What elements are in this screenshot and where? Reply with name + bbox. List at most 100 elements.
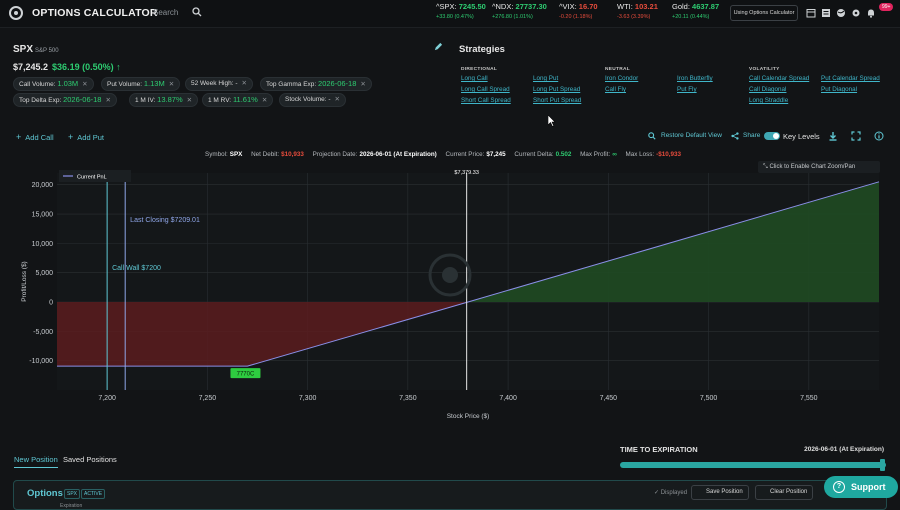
search-icon[interactable] [648,132,656,140]
pill-stock-volume[interactable]: Stock Volume: - ✕ [279,93,346,107]
strategy-call-calendar-spread[interactable]: Call Calendar Spread [749,75,809,82]
key-levels-toggle[interactable] [764,132,780,140]
pill-1m-iv[interactable]: 1 M IV: 13.87% ✕ [129,93,199,107]
ticker-vix: ^VIX: 16.70 -0.20 (1.18%) [559,2,598,20]
y-tick-label: 15,000 [32,212,54,219]
strategy-long-put[interactable]: Long Put [533,75,558,82]
strategy-long-call[interactable]: Long Call [461,75,488,82]
tab-saved-positions[interactable]: Saved Positions [63,455,117,464]
list-icon[interactable] [821,8,831,18]
expiration-date-label: 2026-06-01 (At Expiration) [804,446,884,453]
options-title: Options [27,488,63,499]
time-to-expiration-label: TIME TO EXPIRATION [620,445,698,454]
strategy-call-fly[interactable]: Call Fly [605,86,626,93]
strategy-long-put-spread[interactable]: Long Put Spread [533,86,580,93]
close-icon: ✕ [261,97,268,104]
app-title: OPTIONS CALCULATOR [32,7,158,19]
y-tick-label: 5,000 [35,270,53,277]
search-icon[interactable] [192,7,202,17]
category-volatility: VOLATILITY [749,67,780,72]
status-badge: ACTIVE [81,489,106,499]
top-bar: OPTIONS CALCULATOR Search ^SPX: 7245.50 +… [0,0,900,28]
add-put-button[interactable]: + Add Put [68,132,104,142]
watermark-logo-inner [442,267,458,283]
plus-icon: + [68,132,74,142]
search-input[interactable]: Search [153,8,178,17]
x-tick-label: 7,350 [399,395,417,402]
pill-top-gamma-exp[interactable]: Top Gamma Exp: 2026-06-18 ✕ [260,77,372,91]
support-button[interactable]: ? Support [824,476,898,498]
fullscreen-icon[interactable] [851,131,861,141]
logo-icon[interactable] [9,6,23,20]
close-icon: ✕ [334,96,340,103]
plus-icon: + [16,132,22,142]
strategy-long-straddle[interactable]: Long Straddle [749,97,788,104]
x-axis-label: Stock Price ($) [447,413,490,420]
strategy-call-diagonal[interactable]: Call Diagonal [749,86,786,93]
close-icon: ✕ [168,81,175,88]
y-axis-label: Profit/Loss ($) [21,261,28,301]
close-icon: ✕ [360,81,366,88]
category-directional: DIRECTIONAL [461,67,498,72]
pencil-icon[interactable] [434,42,443,51]
strategy-put-fly[interactable]: Put Fly [677,86,697,93]
add-call-button[interactable]: + Add Call [16,132,54,142]
ticker-ndx: ^NDX: 27737.30 +276.80 (1.01%) [492,2,547,20]
close-icon: ✕ [241,80,247,87]
key-levels-label: Key Levels [783,132,820,141]
tab-new-position[interactable]: New Position [14,455,58,468]
symbol-badge: SPX [64,489,81,499]
expiration-column-header: Expiration [60,503,83,509]
strategy-iron-condor[interactable]: Iron Condor [605,75,638,82]
using-options-calculator-button[interactable]: Using Options Calculator [730,5,798,21]
breakeven-label: $7,379.33 [454,170,478,176]
y-tick-label: 20,000 [32,182,54,189]
restore-default-view-button[interactable]: Restore Default View [661,132,722,139]
ticker-wti: WTI: 103.21 -3.63 (3.39%) [617,2,658,20]
y-tick-label: 0 [49,300,53,307]
pill-52-week-high[interactable]: 52 Week High: - ✕ [185,77,253,91]
symbol-title: SPX S&P 500 [13,44,59,55]
category-neutral: NEUTRAL [605,67,631,72]
strategies-title: Strategies [459,44,505,55]
ticker-spx: ^SPX: 7245.50 +33.80 (0.47%) [436,2,486,20]
strategy-put-calendar-spread[interactable]: Put Calendar Spread [821,75,880,82]
pill-call-volume[interactable]: Call Volume: 1.03M ✕ [13,77,94,91]
download-icon[interactable] [828,131,838,141]
bell-icon[interactable] [866,8,876,18]
close-icon: ✕ [186,97,193,104]
settings-icon[interactable] [851,8,861,18]
position-summary: Symbol: SPX Net Debit: $10,933 Projection … [205,151,682,158]
strategy-long-call-spread[interactable]: Long Call Spread [461,86,510,93]
strike-marker-label: 7770C [237,372,255,378]
strategy-short-call-spread[interactable]: Short Call Spread [461,97,511,104]
save-position-button[interactable]: Save Position [691,485,749,500]
clear-position-button[interactable]: Clear Position [755,485,814,500]
x-tick-label: 7,250 [199,395,217,402]
question-icon: ? [833,481,845,493]
time-slider-track[interactable] [620,462,886,468]
strategy-put-diagonal[interactable]: Put Diagonal [821,86,857,93]
pill-top-delta-exp[interactable]: Top Delta Exp: 2026-06-18 ✕ [13,93,117,107]
share-button[interactable]: Share [743,132,760,139]
x-tick-label: 7,500 [700,395,718,402]
pill-1m-rv[interactable]: 1 M RV: 11.61% ✕ [202,93,274,107]
y-tick-label: -10,000 [29,358,53,365]
strategy-iron-butterfly[interactable]: Iron Butterfly [677,75,713,82]
close-icon: ✕ [105,97,111,104]
pill-put-volume[interactable]: Put Volume: 1.13M ✕ [101,77,181,91]
symbol-price: $7,245.2 $36.19 (0.50%) ↑ [13,62,121,72]
displayed-toggle[interactable]: ✓ Displayed [654,489,687,496]
info-icon[interactable] [874,131,884,141]
strategy-short-put-spread[interactable]: Short Put Spread [533,97,581,104]
globe-icon[interactable] [836,8,846,18]
share-icon[interactable] [731,132,739,140]
x-tick-label: 7,450 [600,395,618,402]
time-slider-handle[interactable] [880,459,885,471]
x-tick-label: 7,300 [299,395,317,402]
x-tick-label: 7,400 [499,395,517,402]
x-tick-label: 7,200 [98,395,116,402]
pnl-chart[interactable]: Last Closing $7209.01 Call Wall $7200 $7,3… [0,165,900,425]
calendar-icon[interactable] [806,8,816,18]
y-tick-label: -5,000 [33,329,53,336]
